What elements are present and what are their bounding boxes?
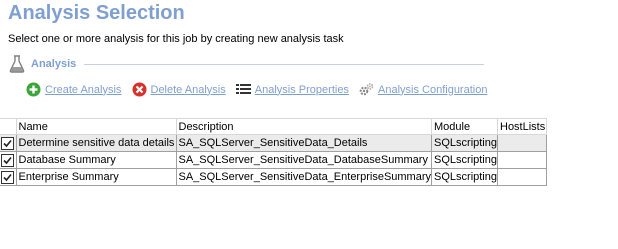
row-name: Determine sensitive data details	[15, 134, 177, 152]
row-module: SQLscripting	[431, 134, 498, 152]
row-description: SA_SQLServer_SensitiveData_EnterpriseSum…	[175, 168, 433, 186]
column-header-description[interactable]: Description	[175, 118, 433, 135]
row-checkbox[interactable]	[1, 170, 15, 184]
column-header-name[interactable]: Name	[15, 118, 177, 135]
delete-analysis-label: Delete Analysis	[150, 83, 226, 96]
plus-circle-icon	[26, 82, 41, 97]
row-module: SQLscripting	[431, 151, 498, 169]
delete-circle-icon	[132, 82, 147, 97]
column-header-check	[0, 118, 17, 135]
row-checkbox[interactable]	[1, 153, 15, 167]
table-header-row: Name Description Module HostLists	[0, 118, 547, 135]
row-hostlists	[497, 151, 547, 169]
row-hostlists	[497, 134, 547, 152]
create-analysis-label: Create Analysis	[45, 83, 122, 96]
page-title: Analysis Selection	[8, 2, 185, 24]
section-label: Analysis	[31, 58, 77, 70]
section-divider	[84, 64, 484, 65]
row-name: Database Summary	[15, 151, 177, 169]
analysis-properties-label: Analysis Properties	[254, 83, 349, 96]
table-row[interactable]: Determine sensitive data details SA_SQLS…	[0, 134, 547, 152]
list-icon	[235, 82, 251, 97]
analysis-properties-button[interactable]: Analysis Properties	[235, 82, 349, 97]
row-checkbox[interactable]	[1, 136, 15, 150]
analysis-toolbar: Create Analysis Delete Analysis Analysis…	[26, 82, 494, 100]
column-header-hostlists[interactable]: HostLists	[497, 118, 547, 135]
page-subtitle: Select one or more analysis for this job…	[8, 33, 344, 45]
analysis-section-header: Analysis	[9, 54, 484, 74]
analysis-configuration-button[interactable]: Analysis Configuration	[359, 82, 487, 97]
row-hostlists	[497, 168, 547, 186]
flask-icon	[9, 55, 25, 73]
row-description: SA_SQLServer_SensitiveData_DatabaseSumma…	[175, 151, 433, 169]
column-header-module[interactable]: Module	[431, 118, 498, 135]
create-analysis-button[interactable]: Create Analysis	[26, 82, 121, 97]
row-description: SA_SQLServer_SensitiveData_Details	[175, 134, 433, 152]
analysis-configuration-label: Analysis Configuration	[378, 83, 488, 96]
row-name: Enterprise Summary	[15, 168, 177, 186]
gears-icon	[359, 82, 374, 97]
table-row[interactable]: Enterprise Summary SA_SQLServer_Sensitiv…	[0, 168, 547, 186]
row-module: SQLscripting	[431, 168, 498, 186]
analysis-table: Name Description Module HostLists Determ…	[0, 118, 547, 186]
delete-analysis-button[interactable]: Delete Analysis	[132, 82, 226, 97]
table-row[interactable]: Database Summary SA_SQLServer_SensitiveD…	[0, 151, 547, 169]
